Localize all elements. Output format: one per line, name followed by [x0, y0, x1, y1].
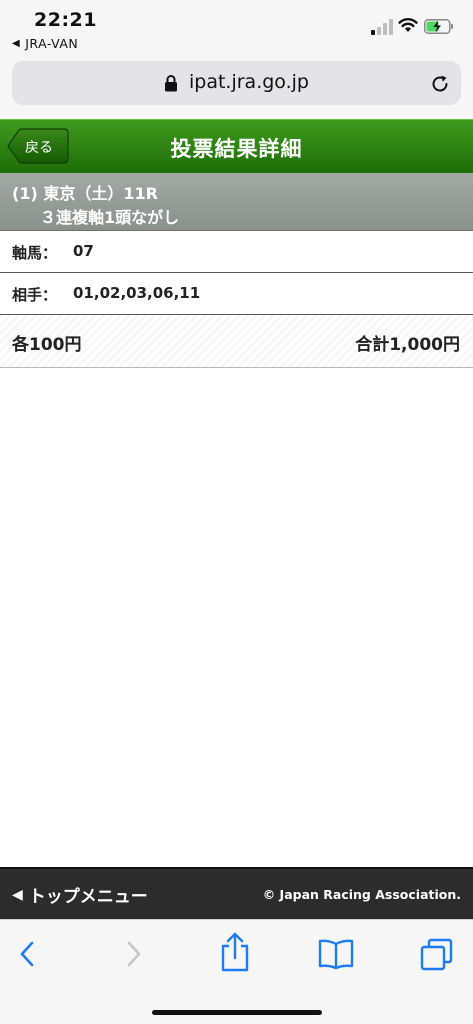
return-app-name: JRA-VAN: [25, 36, 79, 51]
race-name: (1) 東京（土）11R: [12, 184, 158, 203]
page-title: 投票結果詳細: [170, 137, 303, 161]
reload-icon[interactable]: [429, 73, 451, 95]
top-menu-label: トップメニュー: [28, 887, 148, 907]
lock-icon: [165, 75, 177, 92]
amount-each: 各100円: [12, 335, 82, 355]
page-header: 戻る 投票結果詳細: [0, 119, 473, 173]
back-triangle-icon: ◀: [12, 38, 21, 49]
axis-horse-value: 07: [73, 242, 94, 260]
left-triangle-icon: ◀: [12, 886, 23, 903]
tabs-icon[interactable]: [420, 938, 454, 972]
back-arrow-icon[interactable]: [17, 938, 39, 970]
partner-horses-value: 01,02,03,06,11: [73, 284, 201, 302]
partner-horses-row: 相手： 01,02,03,06,11: [0, 273, 473, 315]
url-text: ipat.jra.go.jp: [189, 71, 309, 93]
axis-horse-row: 軸馬： 07: [0, 231, 473, 273]
browser-address-area: ipat.jra.go.jp: [0, 56, 473, 116]
copyright: © Japan Racing Association.: [262, 887, 461, 902]
address-bar[interactable]: ipat.jra.go.jp: [12, 61, 461, 105]
status-time: 22:21: [34, 9, 97, 31]
browser-toolbar: [0, 919, 473, 1024]
wifi-icon: [398, 18, 418, 32]
race-info: (1) 東京（土）11R ３連複軸1頭ながし: [0, 173, 473, 231]
share-icon[interactable]: [219, 932, 251, 972]
page-footer: ◀ トップメニュー © Japan Racing Association.: [0, 867, 473, 919]
forward-arrow-icon[interactable]: [122, 938, 144, 970]
partner-horses-label: 相手：: [12, 286, 58, 304]
amount-row: 各100円 合計1,000円: [0, 315, 473, 368]
bookmarks-icon[interactable]: [318, 938, 354, 970]
home-indicator[interactable]: [152, 1010, 322, 1015]
axis-horse-label: 軸馬：: [12, 244, 58, 262]
return-to-app-link[interactable]: ◀ JRA-VAN: [12, 36, 78, 51]
battery-charging-icon: [424, 19, 453, 34]
status-bar: 22:21 ◀ JRA-VAN: [0, 0, 473, 56]
top-menu-link[interactable]: ◀ トップメニュー: [12, 882, 148, 908]
amount-total: 合計1,000円: [355, 335, 460, 355]
signal-icon: [371, 19, 393, 35]
bet-type: ３連複軸1頭ながし: [40, 208, 180, 227]
